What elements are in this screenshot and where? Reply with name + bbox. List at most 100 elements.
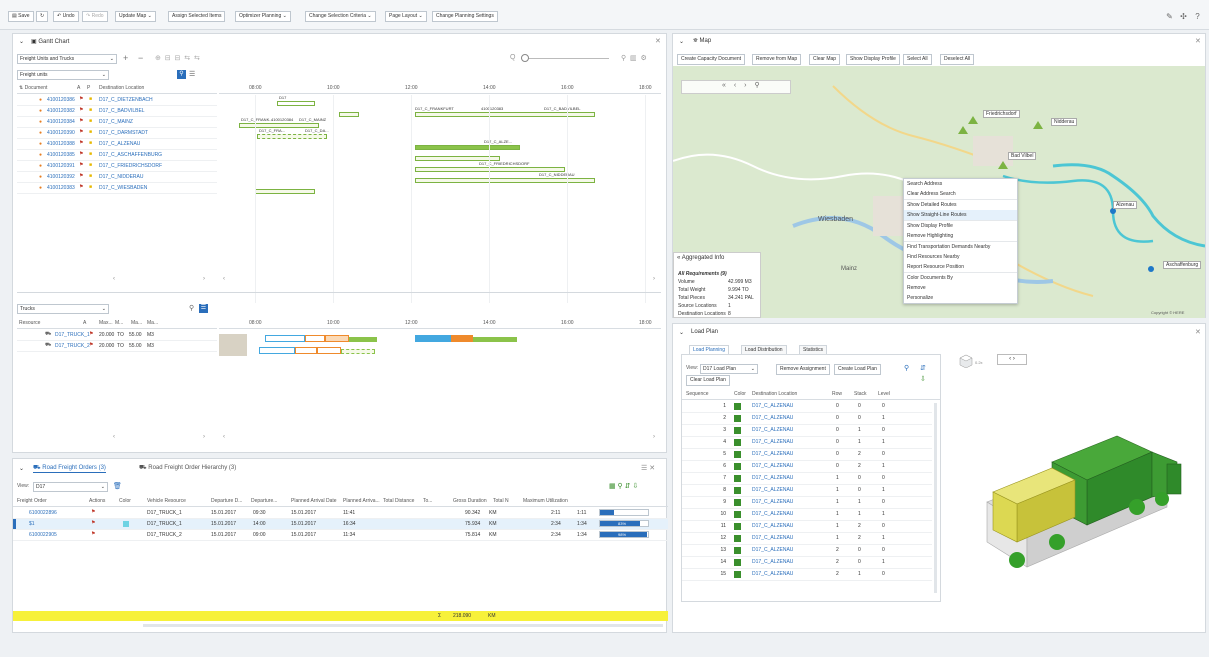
- filter-icon[interactable]: ⚲: [189, 304, 194, 312]
- map-toolbar-button[interactable]: Clear Map: [809, 54, 841, 65]
- vertical-scrollbar[interactable]: [934, 403, 937, 593]
- document-link[interactable]: 4100120385: [47, 152, 75, 158]
- table-row[interactable]: ● 4100120388 ⚑ ■ D17_C_ALZENAU: [17, 139, 217, 150]
- document-link[interactable]: 4100120384: [47, 119, 75, 125]
- actions-icon[interactable]: ⚑: [91, 509, 95, 515]
- destination-link[interactable]: D17_C_FRIEDRICHSDORF: [99, 163, 162, 169]
- remove-icon[interactable]: −: [138, 53, 143, 63]
- load-3d-view[interactable]: 0.2x ‹ ›: [957, 352, 1197, 612]
- list-icon[interactable]: ☰: [189, 70, 195, 78]
- table-row[interactable]: ● 4100120392 ⚑ ■ D17_C_NIDDERAU: [17, 172, 217, 183]
- table-row[interactable]: ⛟ D17_TRUCK_2 ⚑ 20.000 TO 55.00 M3: [17, 341, 217, 352]
- panel-controls[interactable]: ☰ ✕: [641, 464, 655, 472]
- table-row[interactable]: 13 D17_C_ALZENAU 2 0 0: [682, 545, 932, 557]
- table-row[interactable]: 6 D17_C_ALZENAU 0 2 1: [682, 461, 932, 473]
- export-icon[interactable]: ⇩: [920, 375, 926, 383]
- actions-icon[interactable]: ⚑: [91, 520, 95, 526]
- toolbar-icons[interactable]: ⊕ ⊟ ⊟ ⇆ ⇆: [155, 54, 200, 62]
- table-row[interactable]: 2 D17_C_ALZENAU 0 0 1: [682, 413, 932, 425]
- document-link[interactable]: 4100120390: [47, 130, 75, 136]
- destination-link[interactable]: D17_C_ALZENAU: [752, 571, 793, 577]
- orientation-cube-icon[interactable]: [959, 354, 973, 369]
- view-rotate-control[interactable]: ‹ ›: [997, 354, 1027, 365]
- freight-order-link[interactable]: 6100022905: [29, 532, 57, 538]
- table-row[interactable]: 9 D17_C_ALZENAU 1 1 0: [682, 497, 932, 509]
- destination-link[interactable]: D17_C_ALZENAU: [752, 499, 793, 505]
- scroll-right-icon[interactable]: ›: [653, 434, 655, 440]
- trucks-select[interactable]: Trucks ⌄: [17, 304, 109, 314]
- gantt-bar[interactable]: [325, 335, 349, 342]
- gantt-bar[interactable]: [349, 337, 377, 342]
- table-row[interactable]: 14 D17_C_ALZENAU 2 0 1: [682, 557, 932, 569]
- scroll-left-icon[interactable]: ‹: [113, 434, 115, 440]
- table-row[interactable]: ● 4100120390 ⚑ ■ D17_C_DARMSTADT: [17, 128, 217, 139]
- undo-button[interactable]: ↶ Undo: [53, 11, 79, 22]
- table-row[interactable]: ● 4100120386 ⚑ ■ D17_C_DIETZENBACH: [17, 95, 217, 106]
- gantt-bar[interactable]: [415, 335, 451, 342]
- map-canvas[interactable]: « ‹ › ⚲ Friedrichsdorf Nidderau Bad Vilb…: [673, 66, 1205, 318]
- destination-link[interactable]: D17_C_ALZENAU: [752, 559, 793, 565]
- context-menu-item[interactable]: Report Resource Position: [904, 262, 1017, 273]
- destination-link[interactable]: D17_C_ALZENAU: [752, 463, 793, 469]
- search-icon[interactable]: ⚲: [904, 364, 909, 372]
- collapse-icon[interactable]: ⌄: [679, 329, 684, 336]
- context-menu-item[interactable]: Show Detailed Routes: [904, 200, 1017, 210]
- destination-link[interactable]: D17_C_ALZENAU: [752, 451, 793, 457]
- freight-units-select[interactable]: Freight units ⌄: [17, 70, 109, 80]
- context-menu-item[interactable]: Find Transportation Demands Nearby: [904, 242, 1017, 252]
- destination-link[interactable]: D17_C_ALZENAU: [752, 547, 793, 553]
- table-tools-icons[interactable]: ▦ ⚲ ⇵ ⇩: [609, 482, 638, 490]
- close-icon[interactable]: ✕: [1195, 37, 1201, 45]
- zoom-slider[interactable]: [521, 58, 609, 59]
- table-row[interactable]: 6100022896 ⚑ D17_TRUCK_1 15.01.2017 09:30 15.…: [13, 508, 668, 519]
- assign-selected-items-button[interactable]: Assign Selected Items: [168, 11, 226, 22]
- gantt-bar[interactable]: [295, 347, 317, 354]
- destination-link[interactable]: D17_C_ALZENAU: [752, 439, 793, 445]
- map-toolbar-button[interactable]: Create Capacity Document: [677, 54, 746, 65]
- gantt-bar[interactable]: [473, 337, 517, 342]
- context-menu-item[interactable]: Find Resources Nearby: [904, 252, 1017, 262]
- gantt-bar[interactable]: [317, 347, 341, 354]
- table-row[interactable]: $1 ⚑ D17_TRUCK_1 15.01.2017 14:00 15.01.2017 1…: [13, 519, 668, 530]
- table-row[interactable]: 4 D17_C_ALZENAU 0 1 1: [682, 437, 932, 449]
- destination-link[interactable]: D17_C_MAINZ: [99, 119, 133, 125]
- table-row[interactable]: 11 D17_C_ALZENAU 1 2 0: [682, 521, 932, 533]
- collapse-icon[interactable]: ⌄: [19, 465, 24, 472]
- destination-link[interactable]: D17_C_ALZENAU: [752, 403, 793, 409]
- create-load-plan-button[interactable]: Create Load Plan: [834, 364, 881, 375]
- truck-name[interactable]: D17_TRUCK_2: [55, 343, 90, 349]
- destination-link[interactable]: D17_C_NIDDERAU: [99, 174, 143, 180]
- table-row[interactable]: ● 4100120385 ⚑ ■ D17_C_ASCHAFFENBURG: [17, 150, 217, 161]
- horizontal-scrollbar[interactable]: [143, 624, 663, 627]
- list-icon[interactable]: ☰: [199, 304, 208, 313]
- gantt-bar[interactable]: [415, 145, 520, 150]
- change-selection-criteria-button[interactable]: Change Selection Criteria ⌄: [305, 11, 376, 22]
- map-nav-controls[interactable]: « ‹ › ⚲: [681, 80, 791, 94]
- destination-link[interactable]: D17_C_ALZENAU: [752, 535, 793, 541]
- clear-load-plan-button[interactable]: Clear Load Plan: [686, 375, 730, 386]
- destination-link[interactable]: D17_C_ALZENAU: [752, 511, 793, 517]
- destination-link[interactable]: D17_C_ALZENAU: [752, 487, 793, 493]
- context-menu-item[interactable]: Remove: [904, 283, 1017, 293]
- gantt-bar[interactable]: [265, 335, 305, 342]
- redo-button[interactable]: ↷ Redo: [82, 11, 108, 22]
- pin-icon[interactable]: ✣: [1178, 11, 1189, 22]
- table-row[interactable]: 6100022905 ⚑ D17_TRUCK_2 15.01.2017 09:00 15.…: [13, 530, 668, 541]
- close-icon[interactable]: ✕: [1195, 328, 1201, 336]
- table-row[interactable]: 1 D17_C_ALZENAU 0 0 0: [682, 401, 932, 413]
- delete-icon[interactable]: 🗑: [113, 482, 122, 490]
- freight-order-link[interactable]: 6100022896: [29, 510, 57, 516]
- document-link[interactable]: 4100120392: [47, 174, 75, 180]
- table-row[interactable]: 5 D17_C_ALZENAU 0 2 0: [682, 449, 932, 461]
- freight-order-link[interactable]: $1: [29, 521, 35, 527]
- load-plan-view-select[interactable]: D17 Load Plan ⌄: [700, 364, 758, 374]
- collapse-left-icon[interactable]: «: [677, 255, 680, 261]
- add-icon[interactable]: +: [123, 53, 128, 63]
- table-row[interactable]: 15 D17_C_ALZENAU 2 1 0: [682, 569, 932, 581]
- scroll-right-icon[interactable]: ›: [203, 276, 205, 282]
- gantt-bar[interactable]: [257, 134, 327, 139]
- collapse-icon[interactable]: ⌄: [19, 38, 24, 45]
- gantt-bar[interactable]: [339, 112, 359, 117]
- tab-road-freight-orders[interactable]: ⛟ Road Freight Orders (3): [33, 464, 106, 473]
- remove-assignment-button[interactable]: Remove Assignment: [776, 364, 830, 375]
